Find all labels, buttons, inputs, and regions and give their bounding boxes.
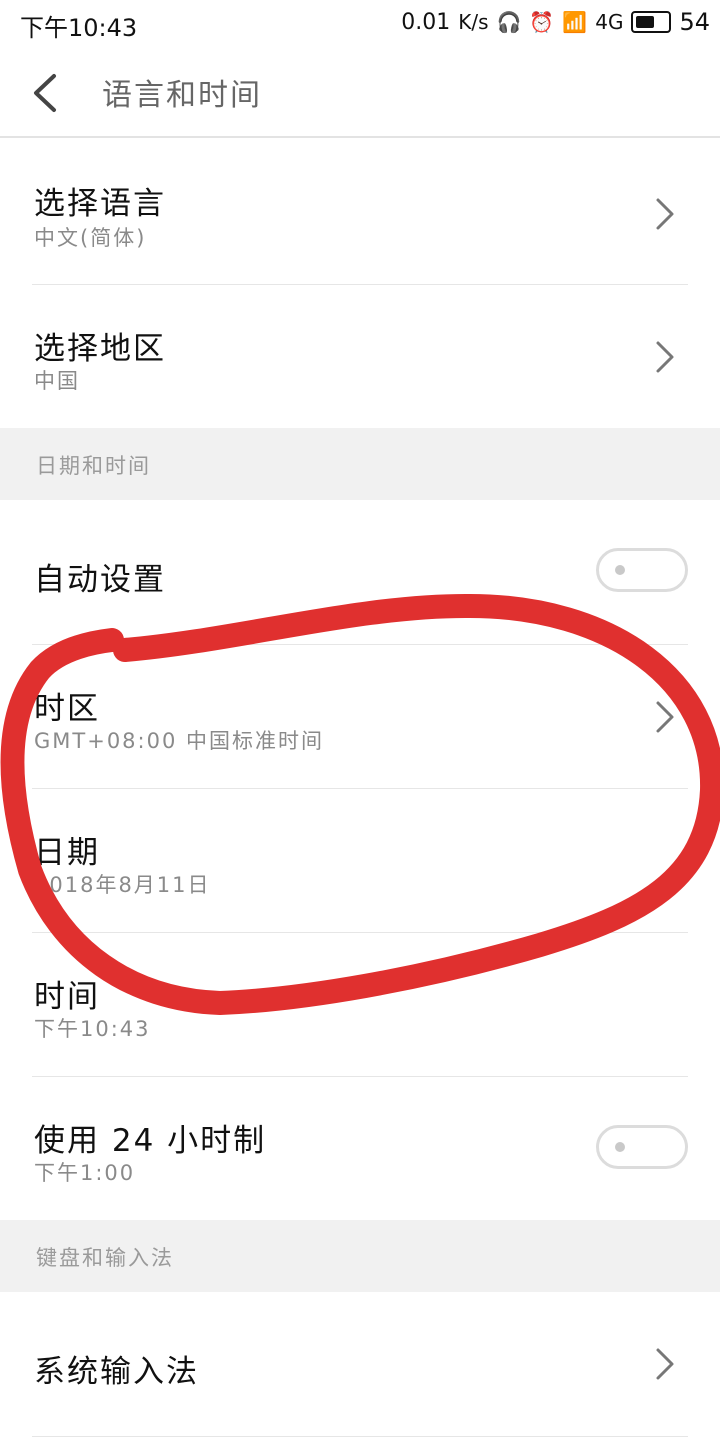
item-value: 2018年8月11日: [34, 873, 211, 897]
network-speed: 0.01: [401, 9, 451, 35]
item-title: 选择语言: [34, 186, 166, 222]
toggle-knob: [615, 565, 625, 575]
list-item-timezone[interactable]: 时区 GMT+08:00 中国标准时间: [0, 645, 720, 788]
network-type: 4G: [595, 10, 624, 34]
item-value: 中国: [34, 369, 80, 393]
list-item-time[interactable]: 时间 下午10:43: [0, 933, 720, 1076]
toggle-knob: [615, 1142, 625, 1152]
chevron-right-icon: [656, 701, 674, 733]
divider: [32, 1436, 688, 1437]
headphones-icon: 🎧: [496, 10, 522, 34]
item-value: 中文(简体): [34, 226, 147, 250]
item-value: GMT+08:00 中国标准时间: [34, 729, 325, 753]
page-title: 语言和时间: [102, 78, 262, 113]
item-title: 选择地区: [34, 331, 166, 367]
item-title: 系统输入法: [34, 1354, 199, 1390]
item-title: 使用 24 小时制: [34, 1123, 267, 1159]
list-item-region[interactable]: 选择地区 中国: [0, 285, 720, 428]
list-item-date[interactable]: 日期 2018年8月11日: [0, 789, 720, 932]
battery-level: 54: [679, 8, 710, 36]
list-item-language[interactable]: 选择语言 中文(简体): [0, 140, 720, 284]
section-label: 日期和时间: [36, 454, 151, 478]
section-header-keyboard: 键盘和输入法: [0, 1220, 720, 1292]
status-icons: 0.01 K/s 🎧 ⏰ 📶 4G 54: [401, 8, 710, 36]
section-header-datetime: 日期和时间: [0, 428, 720, 500]
item-value: 下午1:00: [34, 1161, 136, 1185]
chevron-right-icon: [656, 1348, 674, 1380]
chevron-right-icon: [656, 198, 674, 230]
battery-icon: [631, 11, 672, 33]
status-time: 下午10:43: [20, 14, 138, 42]
list-item-auto-set[interactable]: 自动设置: [0, 500, 720, 644]
speed-unit: K/s: [458, 10, 489, 34]
item-title: 自动设置: [34, 562, 166, 598]
item-title: 时区: [34, 691, 100, 727]
list-item-system-input[interactable]: 系统输入法: [0, 1292, 720, 1436]
back-icon[interactable]: [26, 70, 66, 116]
wifi-icon: 📶: [562, 10, 588, 34]
24-hour-toggle[interactable]: [596, 1125, 688, 1169]
app-bar: 语言和时间: [0, 48, 720, 138]
list-item-24-hour[interactable]: 使用 24 小时制 下午1:00: [0, 1077, 720, 1220]
auto-set-toggle[interactable]: [596, 548, 688, 592]
item-title: 时间: [34, 979, 100, 1015]
section-label: 键盘和输入法: [36, 1246, 174, 1270]
status-bar: 下午10:43 0.01 K/s 🎧 ⏰ 📶 4G 54: [0, 0, 720, 48]
chevron-right-icon: [656, 341, 674, 373]
item-title: 日期: [34, 835, 100, 871]
alarm-icon: ⏰: [529, 10, 555, 34]
item-value: 下午10:43: [34, 1017, 151, 1041]
